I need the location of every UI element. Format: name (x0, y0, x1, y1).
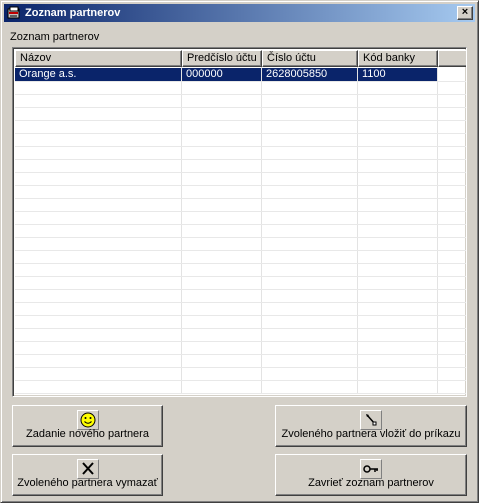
row-line (15, 159, 466, 160)
insert-partner-label: Zvoleného partnera vložiť do príkazu (281, 428, 461, 440)
row-line (15, 354, 466, 355)
row-line (15, 367, 466, 368)
cell-bank-code: 1100 (358, 68, 438, 81)
cell-name: Orange a.s. (15, 68, 182, 81)
close-window-button[interactable]: × (457, 6, 473, 20)
row-line (15, 302, 466, 303)
pen-icon (360, 410, 382, 430)
group-label: Zoznam partnerov (10, 31, 100, 43)
cell-account-number: 2628005850 (262, 68, 358, 81)
close-icon: × (461, 6, 469, 18)
row-line (15, 211, 466, 212)
column-header-account-number[interactable]: Číslo účtu (262, 50, 358, 67)
column-header-bank-code[interactable]: Kód banky (358, 50, 438, 67)
window-title: Zoznam partnerov (25, 7, 121, 19)
cell-account-prefix: 000000 (182, 68, 262, 81)
column-header-filler (438, 50, 466, 67)
row-line (15, 146, 466, 147)
row-line (15, 81, 466, 82)
grid-line (357, 67, 358, 394)
row-line (15, 120, 466, 121)
delete-partner-button[interactable]: Zvoleného partnera vymazať (12, 454, 163, 496)
x-icon (76, 459, 99, 479)
row-line (15, 380, 466, 381)
row-line (15, 94, 466, 95)
row-line (15, 289, 466, 290)
smiley-icon (76, 410, 99, 430)
row-line (15, 172, 466, 173)
row-line (15, 276, 466, 277)
grid-line (261, 67, 262, 394)
row-line (15, 263, 466, 264)
row-line (15, 393, 466, 394)
close-list-label: Zavrieť zoznam partnerov (308, 477, 434, 489)
row-line (15, 328, 466, 329)
row-line (15, 185, 466, 186)
table-row[interactable]: Orange a.s. 000000 2628005850 1100 (15, 68, 438, 81)
insert-partner-button[interactable]: Zvoleného partnera vložiť do príkazu (275, 405, 467, 447)
column-header-name[interactable]: Názov (15, 50, 182, 67)
row-line (15, 224, 466, 225)
title-bar[interactable]: Zoznam partnerov × (4, 4, 475, 22)
row-line (15, 315, 466, 316)
row-line (15, 237, 466, 238)
list-header: Názov Predčíslo účtu Číslo účtu Kód bank… (15, 50, 466, 67)
row-line (15, 250, 466, 251)
close-list-button[interactable]: Zavrieť zoznam partnerov (275, 454, 467, 496)
grid-line (181, 67, 182, 394)
row-line (15, 341, 466, 342)
row-line (15, 198, 466, 199)
column-header-account-prefix[interactable]: Predčíslo účtu (182, 50, 262, 67)
partner-list-window: Zoznam partnerov × Zoznam partnerov Názo… (0, 0, 479, 503)
add-partner-button[interactable]: Zadanie nového partnera (12, 405, 163, 447)
app-icon (6, 5, 22, 21)
row-line (15, 133, 466, 134)
row-line (15, 107, 466, 108)
add-partner-label: Zadanie nového partnera (26, 428, 149, 440)
delete-partner-label: Zvoleného partnera vymazať (17, 477, 158, 489)
partner-list[interactable]: Názov Predčíslo účtu Číslo účtu Kód bank… (12, 47, 467, 397)
key-icon (360, 459, 382, 479)
grid-line (437, 67, 438, 394)
